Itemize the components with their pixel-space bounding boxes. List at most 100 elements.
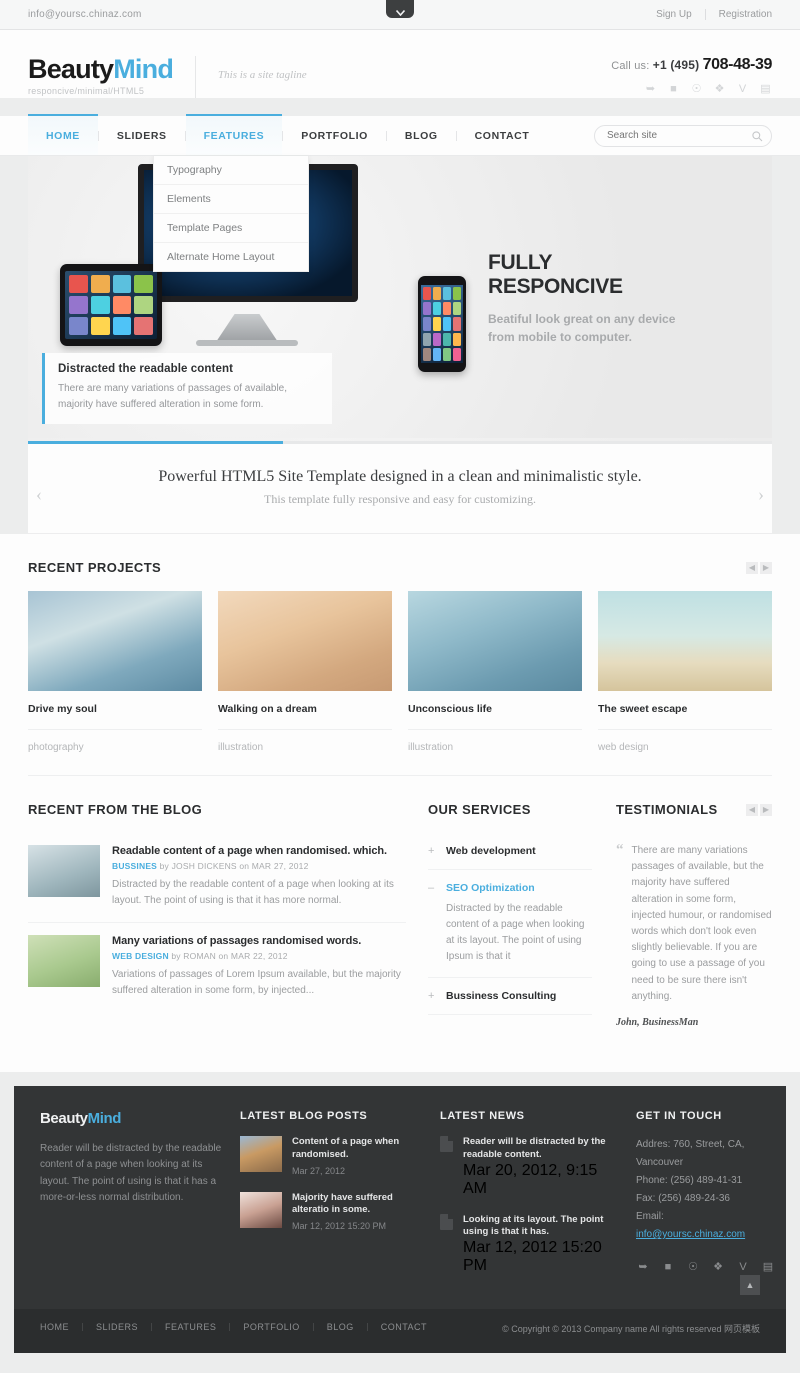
- flickr-icon[interactable]: ❖: [713, 82, 726, 95]
- plus-icon[interactable]: +: [428, 846, 437, 857]
- accordion-header[interactable]: + Bussiness Consulting: [428, 990, 592, 1002]
- logo-accent: Mind: [113, 54, 174, 84]
- vimeo-icon[interactable]: V: [736, 82, 749, 95]
- logo-block[interactable]: BeautyMind responcive/minimal/HTML5 This…: [28, 56, 307, 98]
- nav-item-portfolio[interactable]: PORTFOLIO: [283, 116, 386, 155]
- footer-nav-features[interactable]: FEATURES: [152, 1322, 229, 1332]
- dropdown-item-typography[interactable]: Typography: [154, 156, 308, 185]
- project-thumbnail[interactable]: [218, 591, 392, 691]
- intro-subline: This template fully responsive and easy …: [264, 492, 536, 506]
- flickr-icon[interactable]: ❖: [711, 1260, 725, 1274]
- nav-item-contact[interactable]: CONTACT: [457, 116, 548, 155]
- dropdown-item-template-pages[interactable]: Template Pages: [154, 214, 308, 243]
- footer-logo[interactable]: BeautyMind: [40, 1110, 226, 1127]
- accordion-item-web-development[interactable]: + Web development: [428, 833, 592, 870]
- accordion-title: SEO Optimization: [446, 882, 535, 894]
- facebook-icon[interactable]: ■: [667, 82, 680, 95]
- project-thumbnail[interactable]: [598, 591, 772, 691]
- footer-nav-sliders[interactable]: SLIDERS: [83, 1322, 151, 1332]
- header-email: info@yoursc.chinaz.com: [28, 9, 142, 20]
- sign-up-link[interactable]: Sign Up: [643, 9, 705, 20]
- scroll-to-top-button[interactable]: ▲: [740, 1275, 760, 1296]
- blog-post-item[interactable]: Readable content of a page when randomis…: [28, 833, 406, 923]
- project-thumbnail[interactable]: [28, 591, 202, 691]
- footer-news-title[interactable]: Reader will be distracted by the readabl…: [463, 1136, 622, 1162]
- testimonials-heading: TESTIMONIALS: [616, 802, 718, 817]
- next-button[interactable]: ▶: [760, 561, 772, 574]
- top-utility-bar: info@yoursc.chinaz.com Sign Up Registrat…: [0, 0, 800, 30]
- blog-post-category[interactable]: BUSSINES: [112, 861, 157, 871]
- footer-nav-contact[interactable]: CONTACT: [368, 1322, 440, 1332]
- footer-nav-blog[interactable]: BLOG: [314, 1322, 367, 1332]
- youtube-icon[interactable]: ▤: [761, 1260, 775, 1274]
- project-card[interactable]: Unconscious life illustration: [408, 591, 582, 753]
- accordion-item-seo-optimization[interactable]: – SEO Optimization Distracted by the rea…: [428, 870, 592, 978]
- projects-grid: Drive my soul photography Walking on a d…: [28, 591, 772, 757]
- panel-toggle-button[interactable]: [386, 0, 414, 18]
- registration-link[interactable]: Registration: [706, 9, 772, 20]
- blog-post-title[interactable]: Readable content of a page when randomis…: [112, 845, 406, 857]
- minus-icon[interactable]: –: [428, 883, 437, 894]
- search-input[interactable]: [594, 124, 772, 147]
- chevron-right-icon[interactable]: ›: [758, 484, 764, 505]
- nav-item-home[interactable]: HOME: [28, 114, 98, 155]
- section-header: OUR SERVICES: [428, 776, 592, 833]
- prev-button[interactable]: ◀: [746, 803, 758, 816]
- footer-contact-details: Addres: 760, Street, CA, Vancouver Phone…: [636, 1136, 775, 1244]
- vimeo-icon[interactable]: V: [736, 1260, 750, 1274]
- nav-link-portfolio[interactable]: PORTFOLIO: [283, 116, 386, 155]
- youtube-icon[interactable]: ▤: [759, 82, 772, 95]
- accordion-header[interactable]: – SEO Optimization: [428, 882, 592, 894]
- nav-item-sliders[interactable]: SLIDERS: [99, 116, 185, 155]
- footer-blog-item[interactable]: Majority have suffered alteratio in some…: [240, 1191, 426, 1231]
- footer-nav-portfolio[interactable]: PORTFOLIO: [230, 1322, 312, 1332]
- footer-email-link[interactable]: info@yoursc.chinaz.com: [636, 1229, 745, 1240]
- project-thumbnail[interactable]: [408, 591, 582, 691]
- twitter-icon[interactable]: ➥: [644, 82, 657, 95]
- nav-item-features[interactable]: FEATURES: [185, 114, 283, 155]
- plus-icon[interactable]: +: [428, 991, 437, 1002]
- footer-blog-title[interactable]: Majority have suffered alteratio in some…: [292, 1192, 426, 1218]
- nav-item-blog[interactable]: BLOG: [387, 116, 456, 155]
- blog-post-category[interactable]: WEB DESIGN: [112, 951, 169, 961]
- skype-icon[interactable]: ☉: [690, 82, 703, 95]
- site-logo[interactable]: BeautyMind: [28, 54, 174, 84]
- facebook-icon[interactable]: ■: [661, 1260, 675, 1274]
- testimonial-author: John, BusinessMan: [616, 1016, 699, 1028]
- footer-phone: Phone: (256) 489-41-31: [636, 1174, 743, 1186]
- nav-link-features[interactable]: FEATURES: [186, 116, 283, 155]
- footer-blog-item[interactable]: Content of a page when randomised. Mar 2…: [240, 1135, 426, 1176]
- project-category: web design: [598, 729, 772, 753]
- footer-news-item[interactable]: Reader will be distracted by the readabl…: [440, 1135, 622, 1198]
- footer-email-row: Email: info@yoursc.chinaz.com: [636, 1208, 775, 1244]
- project-card[interactable]: The sweet escape web design: [598, 591, 772, 753]
- dropdown-item-elements[interactable]: Elements: [154, 185, 308, 214]
- twitter-icon[interactable]: ➥: [636, 1260, 650, 1274]
- dropdown-item-alternate-home-layout[interactable]: Alternate Home Layout: [154, 243, 308, 271]
- project-category: photography: [28, 729, 202, 753]
- next-button[interactable]: ▶: [760, 803, 772, 816]
- nav-link-blog[interactable]: BLOG: [387, 116, 456, 155]
- footer-blog-title[interactable]: Content of a page when randomised.: [292, 1136, 426, 1162]
- hero-slider[interactable]: FULLY RESPONCIVE Beatiful look great on …: [28, 156, 772, 441]
- accordion-header[interactable]: + Web development: [428, 845, 592, 857]
- nav-link-contact[interactable]: CONTACT: [457, 116, 548, 155]
- project-card[interactable]: Walking on a dream illustration: [218, 591, 392, 753]
- project-card[interactable]: Drive my soul photography: [28, 591, 202, 753]
- call-us-label: Call us:: [611, 60, 650, 72]
- blog-post-title[interactable]: Many variations of passages randomised w…: [112, 935, 406, 947]
- accordion-item-bussiness-consulting[interactable]: + Bussiness Consulting: [428, 978, 592, 1015]
- site-tagline: This is a site tagline: [218, 69, 307, 81]
- features-dropdown-menu: Typography Elements Template Pages Alter…: [153, 156, 309, 272]
- search-icon[interactable]: [752, 129, 763, 147]
- blog-post-item[interactable]: Many variations of passages randomised w…: [28, 923, 406, 1012]
- chevron-left-icon[interactable]: ‹: [36, 484, 42, 505]
- nav-link-home[interactable]: HOME: [28, 116, 98, 155]
- slide-caption-text: There are many variations of passages of…: [58, 383, 288, 410]
- footer-news-title[interactable]: Looking at its layout. The point using i…: [463, 1214, 622, 1240]
- footer-news-item[interactable]: Looking at its layout. The point using i…: [440, 1213, 622, 1276]
- skype-icon[interactable]: ☉: [686, 1260, 700, 1274]
- prev-button[interactable]: ◀: [746, 561, 758, 574]
- footer-nav-home[interactable]: HOME: [40, 1322, 82, 1332]
- nav-link-sliders[interactable]: SLIDERS: [99, 116, 185, 155]
